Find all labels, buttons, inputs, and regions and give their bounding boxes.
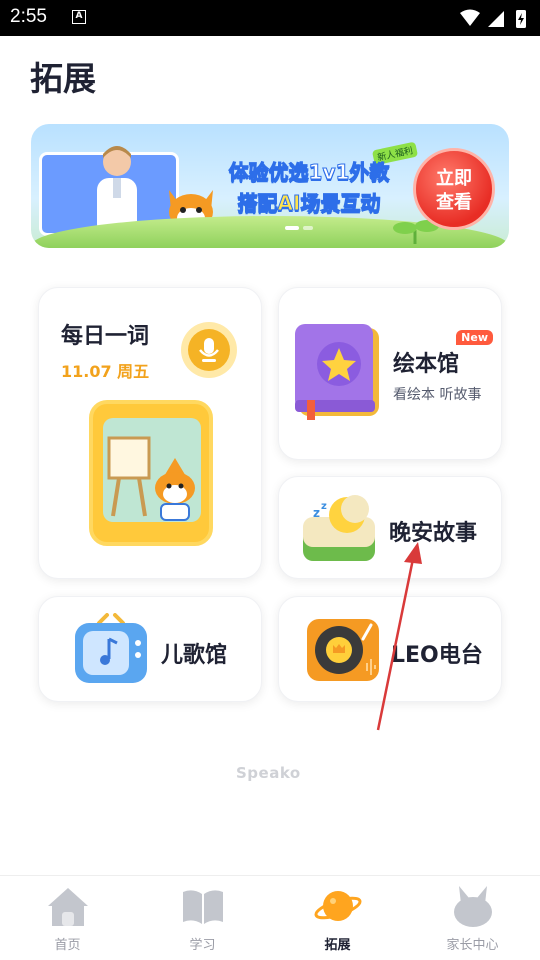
microphone-button[interactable] [181,322,237,378]
picture-book-icon [295,324,379,420]
picture-book-card[interactable]: New 绘本馆 看绘本 听故事 [278,287,502,460]
banner-line2-prefix: 搭配 [237,191,278,216]
picture-book-title: 绘本馆 [393,352,460,377]
tab-explore-label: 拓展 [324,938,351,953]
nursery-songs-title: 儿歌馆 [161,643,228,668]
picture-book-subtitle: 看绘本 听故事 [393,387,482,403]
tab-study[interactable]: 学习 [135,876,270,960]
daily-word-card[interactable]: 每日一词 11.07 周五 [38,287,262,579]
easel-board [103,418,201,522]
tab-study-label: 学习 [189,938,216,953]
banner-line1: 体验优选1v1外教 [228,160,390,185]
moon-pillow-icon: z z [303,495,375,561]
banner-text: 体验优选1v1外教 搭配AI场景互动 [199,156,419,216]
status-icons [460,9,526,28]
status-bar: 2:55 A [0,0,540,36]
daily-word-illustration [89,400,213,546]
promo-banner[interactable]: 新人福利 体验优选1v1外教 搭配AI场景互动 立即 查看 [31,124,509,248]
banner-line2: 搭配AI场景互动 [199,187,419,216]
nursery-songs-card[interactable]: 儿歌馆 [38,596,262,702]
planet-icon [314,891,362,921]
pagination-dot [303,226,313,230]
banner-pagination [285,215,317,234]
banner-cta-line2: 查看 [436,192,472,213]
signal-icon [488,11,504,27]
banner-line2-highlight: AI场景互动 [277,191,381,216]
daily-word-title: 每日一词 [61,324,150,349]
pagination-dot-active [285,226,299,230]
banner-cta-button[interactable]: 立即 查看 [413,148,495,230]
home-icon [48,888,88,926]
tab-home-label: 首页 [54,938,81,953]
svg-text:z: z [313,506,320,520]
rabbit-icon [454,886,492,927]
tv-music-icon [75,613,147,683]
book-icon [183,890,223,924]
status-time: 2:55 [10,6,47,27]
annotation-arrow [376,542,422,731]
wifi-icon [460,9,480,26]
tab-explore[interactable]: 拓展 [270,876,405,960]
svg-text:z: z [321,501,327,512]
brand-logo: Speako [236,764,301,782]
page-title: 拓展 [30,59,96,98]
daily-word-date: 11.07 周五 [61,362,150,381]
microphone-icon [188,329,230,371]
notification-icon: A [72,10,86,24]
tab-parent-center[interactable]: 家长中心 [405,876,540,960]
banner-cta-line1: 立即 [436,168,472,189]
tab-parent-center-label: 家长中心 [446,938,499,953]
tab-home[interactable]: 首页 [0,876,135,960]
bottom-tab-bar: 首页 学习 拓展 家长中心 [0,875,540,960]
new-badge: New [456,330,493,345]
